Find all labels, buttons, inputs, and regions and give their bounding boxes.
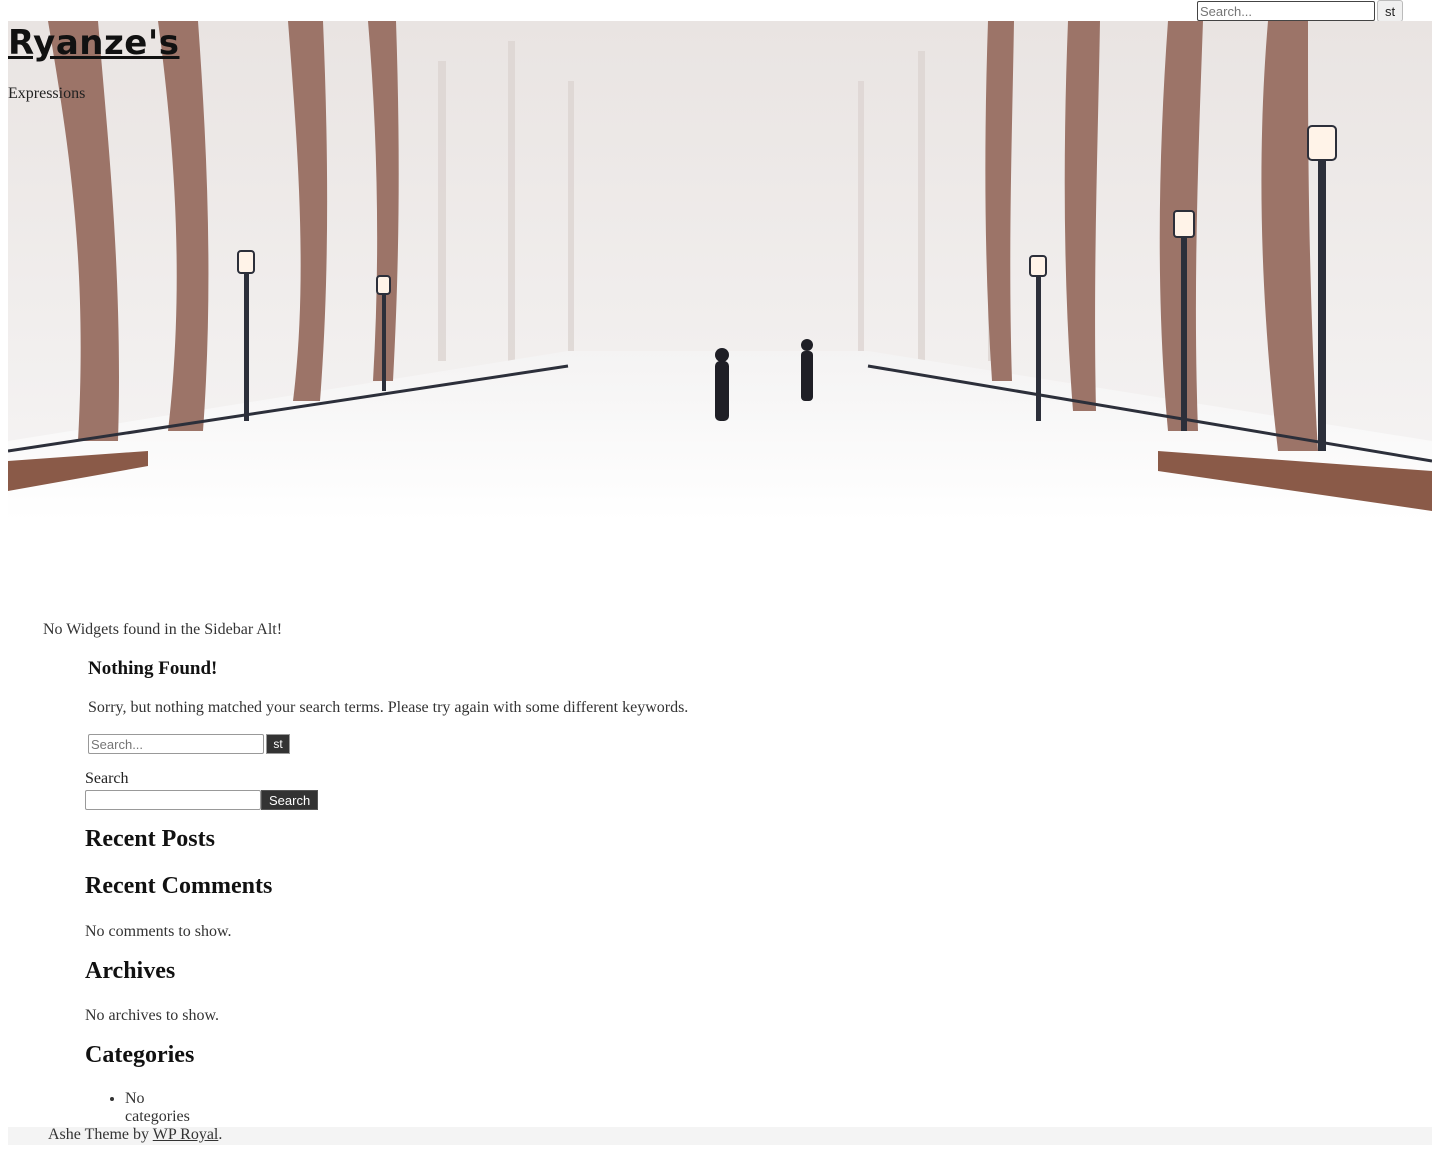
footer-credit-suffix: .	[218, 1126, 223, 1143]
main-search-form: st	[88, 734, 290, 754]
recent-comments-empty: No comments to show.	[85, 923, 232, 940]
header-search-form: st	[1197, 0, 1403, 22]
site-title[interactable]: Ryanze's	[8, 23, 179, 63]
main-search-input[interactable]	[88, 734, 264, 754]
footer-credit-prefix: Ashe Theme by	[48, 1126, 153, 1143]
categories-list-item: No categories	[125, 1090, 190, 1126]
categories-list: No categories	[85, 1090, 190, 1126]
footer-credit-link[interactable]: WP Royal	[153, 1126, 219, 1143]
header-banner: Ryanze's Expressions	[8, 21, 1432, 521]
main-search-button[interactable]: st	[266, 734, 290, 754]
footer-credit: Ashe Theme by WP Royal.	[48, 1126, 222, 1144]
search-widget-button[interactable]: Search	[261, 790, 319, 810]
main-content: Nothing Found! Sorry, but nothing matche…	[88, 658, 688, 754]
search-widget-input[interactable]	[85, 790, 261, 810]
sidebar-alt-message: No Widgets found in the Sidebar Alt!	[43, 621, 283, 638]
winter-park-image	[8, 21, 1432, 521]
nothing-found-title: Nothing Found!	[88, 658, 218, 679]
search-widget-label: Search	[85, 770, 129, 787]
site-tagline: Expressions	[8, 85, 86, 102]
archives-title: Archives	[85, 958, 176, 984]
nothing-found-message: Sorry, but nothing matched your search t…	[88, 699, 689, 716]
footer: Ashe Theme by WP Royal.	[8, 1126, 1432, 1145]
header-search-button[interactable]: st	[1377, 0, 1403, 22]
categories-title: Categories	[85, 1042, 195, 1068]
recent-posts-title: Recent Posts	[85, 826, 215, 852]
recent-comments-title: Recent Comments	[85, 873, 273, 899]
header-search-input[interactable]	[1197, 1, 1375, 21]
archives-empty: No archives to show.	[85, 1007, 220, 1024]
search-widget-form: Search	[85, 790, 319, 810]
